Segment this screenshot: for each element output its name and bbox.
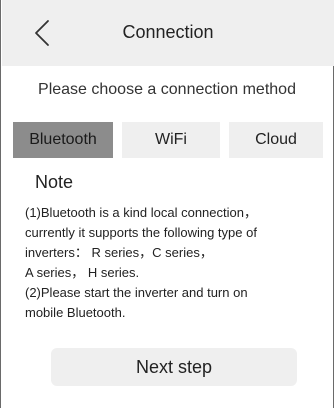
note-line: currently it supports the following type… — [25, 225, 257, 240]
connection-method-tabs: Bluetooth WiFi Cloud — [13, 122, 323, 158]
next-step-button[interactable]: Next step — [51, 348, 297, 386]
page-title: Connection — [122, 22, 214, 42]
tab-bluetooth[interactable]: Bluetooth — [13, 122, 113, 158]
screen: Connection Please choose a connection me… — [0, 0, 334, 408]
connection-prompt: Please choose a connection method — [38, 81, 296, 98]
note-line: A series， H series. — [25, 265, 140, 280]
note-line: (2)Please start the inverter and turn on — [25, 285, 248, 300]
tab-cloud[interactable]: Cloud — [229, 122, 323, 158]
note-line: (1)Bluetooth is a kind local connection， — [25, 205, 257, 220]
header-bar: Connection — [2, 0, 334, 66]
note-line: inverters： R series，C series， — [25, 245, 213, 260]
tab-wifi[interactable]: WiFi — [122, 122, 220, 158]
note-line: mobile Bluetooth. — [25, 305, 126, 320]
note-body: (1)Bluetooth is a kind local connection，… — [25, 203, 325, 323]
note-title: Note — [35, 172, 74, 192]
